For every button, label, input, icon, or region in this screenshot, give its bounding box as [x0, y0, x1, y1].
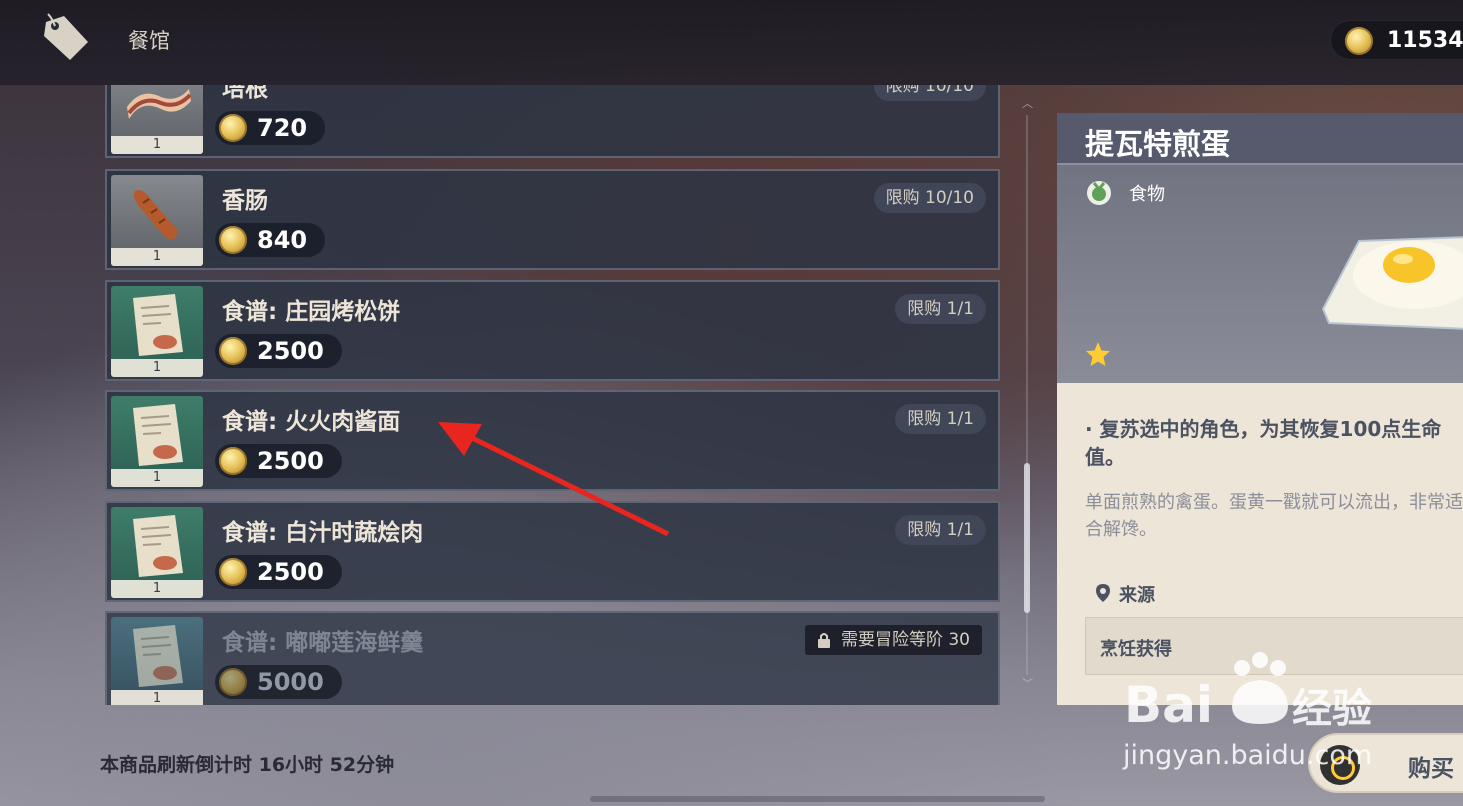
detail-effect: · 复苏选中的角色，为其恢复100点生命值。: [1085, 417, 1442, 469]
item-quantity: 1: [111, 248, 203, 266]
watermark-url: jingyan.baidu.com: [1123, 740, 1373, 771]
annotation-arrow-icon: [438, 422, 670, 537]
detail-header: 提瓦特煎蛋 食物: [1057, 113, 1463, 383]
scroll-up-icon[interactable]: ︿: [1022, 95, 1033, 111]
shop-item-list[interactable]: 1 培根 720 限购 10/10 1 香肠 840 限购 10/10 1 食谱…: [105, 85, 1000, 705]
mora-coin-icon: [219, 447, 247, 475]
item-name: 食谱: 火火肉酱面: [222, 409, 401, 435]
food-category-icon: [1087, 181, 1111, 205]
refresh-countdown: 本商品刷新倒计时 16小时 52分钟: [100, 754, 395, 776]
item-price: 2500: [215, 334, 342, 368]
detail-title: 提瓦特煎蛋: [1085, 127, 1231, 161]
baidu-watermark-logo: Bai 经验: [1124, 652, 1372, 734]
item-price: 2500: [215, 555, 342, 589]
mora-coin-icon: [219, 226, 247, 254]
item-name: 香肠: [222, 188, 268, 214]
item-thumbnail: 1: [111, 507, 203, 598]
item-quantity: 1: [111, 136, 203, 154]
svg-text:Bai: Bai: [1124, 676, 1213, 734]
mora-coin-icon: [219, 558, 247, 586]
purchase-limit-badge: 限购 10/10: [873, 183, 986, 213]
currency-display: 115342: [1330, 20, 1463, 60]
lock-icon: [817, 633, 830, 648]
item-thumbnail: 1: [111, 85, 203, 154]
item-quantity: 1: [111, 469, 203, 487]
detail-description: 单面煎熟的禽蛋。蛋黄一戳就可以流出，非常适合解馋。: [1085, 492, 1463, 540]
purchase-limit-badge: 限购 10/10: [873, 85, 986, 101]
sausage-icon: [133, 189, 178, 240]
list-scrollbar[interactable]: ︿ ﹀: [1022, 95, 1033, 695]
shop-item[interactable]: 1 食谱: 庄园烤松饼 2500 限购 1/1: [105, 280, 1000, 381]
fried-egg-icon: [1321, 236, 1463, 330]
recipe-icon: [133, 294, 183, 356]
lock-requirement-badge: 需要冒险等阶 30: [804, 625, 982, 655]
purchase-limit-badge: 限购 1/1: [895, 515, 986, 545]
detail-title-bar: 提瓦特煎蛋: [1057, 113, 1463, 165]
page-title: 餐馆: [128, 29, 170, 53]
shop-item[interactable]: 1 香肠 840 限购 10/10: [105, 169, 1000, 270]
item-price: 5000: [215, 665, 342, 699]
item-thumbnail: 1: [111, 175, 203, 266]
bacon-icon: [127, 89, 192, 119]
item-quantity: 1: [111, 359, 203, 377]
item-quantity: 1: [111, 690, 203, 705]
shop-item[interactable]: 1 培根 720 限购 10/10: [105, 85, 1000, 158]
scroll-down-icon[interactable]: ﹀: [1022, 675, 1033, 691]
recipe-icon: [133, 515, 183, 577]
item-name: 食谱: 庄园烤松饼: [222, 299, 401, 325]
item-thumbnail: 1: [111, 286, 203, 377]
item-thumbnail: 1: [111, 396, 203, 487]
detail-category: 食物: [1129, 184, 1165, 205]
item-price: 840: [215, 223, 326, 257]
shop-tag-icon: [44, 13, 88, 60]
bottom-handle: [590, 796, 1045, 802]
item-name: 食谱: 白汁时蔬烩肉: [222, 520, 424, 546]
mora-coin-icon: [219, 337, 247, 365]
purchase-limit-badge: 限购 1/1: [895, 294, 986, 324]
recipe-icon: [133, 625, 183, 687]
item-name: 培根: [222, 85, 268, 102]
currency-amount: 115342: [1387, 28, 1463, 53]
scroll-thumb[interactable]: [1024, 463, 1030, 613]
item-price: 720: [215, 111, 326, 145]
recipe-icon: [133, 404, 183, 466]
item-price: 2500: [215, 444, 342, 478]
shop-item-locked[interactable]: 1 食谱: 嘟嘟莲海鲜羹 5000 需要冒险等阶 30: [105, 611, 1000, 705]
svg-text:经验: 经验: [1292, 686, 1372, 732]
mora-coin-icon: [1345, 27, 1373, 55]
mora-coin-icon: [219, 668, 247, 696]
top-bar: 餐馆 115342: [0, 0, 1463, 85]
purchase-limit-badge: 限购 1/1: [895, 404, 986, 434]
item-detail-panel: 提瓦特煎蛋 食物 · 复苏选中的角色，为其恢复100点生命值。 单面煎熟的禽蛋。…: [1057, 113, 1463, 705]
mora-coin-icon: [219, 114, 247, 142]
buy-label: 购买: [1408, 756, 1454, 782]
location-pin-icon: [1096, 584, 1110, 602]
item-name: 食谱: 嘟嘟莲海鲜羹: [222, 630, 424, 656]
source-label: 来源: [1119, 585, 1155, 606]
star-icon: [1086, 342, 1110, 366]
item-quantity: 1: [111, 580, 203, 598]
item-thumbnail: 1: [111, 617, 203, 705]
